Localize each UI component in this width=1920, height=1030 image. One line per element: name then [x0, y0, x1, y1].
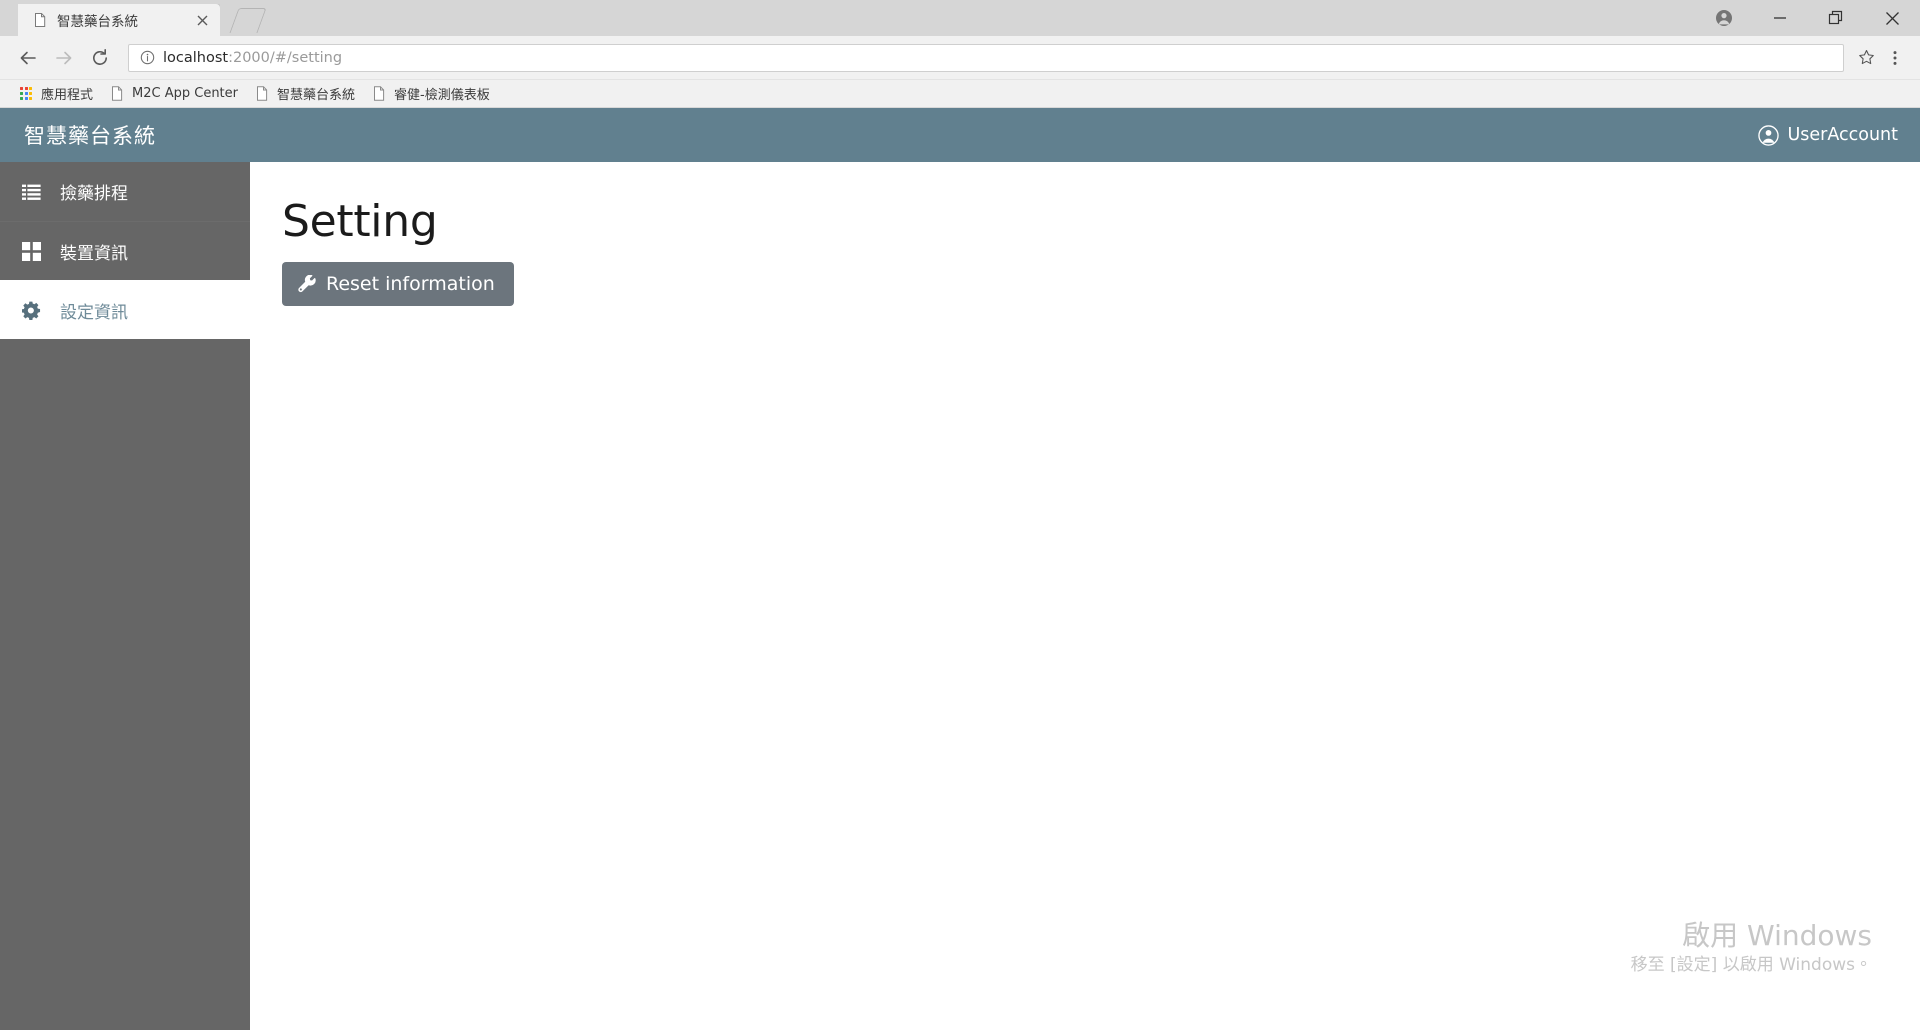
- watermark-subtitle: 移至 [設定] 以啟用 Windows。: [1630, 954, 1872, 975]
- forward-arrow-icon: [46, 40, 82, 76]
- bookmark-label: 智慧藥台系統: [277, 88, 356, 103]
- bookmark-smart-pharmacy[interactable]: 智慧藥台系統: [246, 82, 363, 106]
- app-body: 撿藥排程 裝置資訊 設定資訊 Setting Reset information…: [0, 162, 1920, 1030]
- bookmark-label: 睿健-檢測儀表板: [394, 88, 490, 103]
- bookmark-apps[interactable]: 應用程式: [10, 82, 101, 106]
- profile-icon[interactable]: [1696, 0, 1752, 36]
- page-title: Setting: [282, 196, 438, 247]
- user-circle-icon: [1758, 124, 1780, 146]
- sidebar-item-picking-schedule[interactable]: 撿藥排程: [0, 162, 250, 221]
- list-icon: [22, 184, 52, 200]
- bookmark-label: 應用程式: [41, 88, 94, 103]
- bookmark-label: M2C App Center: [132, 86, 238, 101]
- grid-icon: [22, 241, 52, 261]
- minimize-icon[interactable]: [1752, 0, 1808, 36]
- page-icon: [254, 86, 270, 102]
- bookmark-m2c-app-center[interactable]: M2C App Center: [101, 82, 246, 106]
- user-account-button[interactable]: UserAccount: [1758, 124, 1898, 146]
- page-viewport: 智慧藥台系統 UserAccount 撿藥排程 裝置資訊 設定資訊 Settin…: [0, 108, 1920, 1030]
- url-path: :2000/#/setting: [228, 49, 343, 66]
- sidebar-item-setting-info[interactable]: 設定資訊: [0, 280, 250, 339]
- sidebar-empty-area: [0, 339, 250, 1030]
- page-icon: [109, 86, 125, 102]
- info-circle-icon[interactable]: [137, 50, 157, 65]
- main-content: Setting Reset information 啟用 Windows 移至 …: [250, 162, 1920, 1030]
- bookmark-ruijian-dashboard[interactable]: 睿健-檢測儀表板: [363, 82, 498, 106]
- reset-information-label: Reset information: [326, 273, 495, 295]
- sidebar-item-device-info[interactable]: 裝置資訊: [0, 221, 250, 280]
- reload-icon[interactable]: [82, 40, 118, 76]
- tab-title: 智慧藥台系統: [57, 14, 138, 30]
- tab-strip: 智慧藥台系統: [0, 0, 1920, 36]
- address-bar[interactable]: localhost:2000/#/setting: [128, 43, 1844, 72]
- app-header: 智慧藥台系統 UserAccount: [0, 108, 1920, 162]
- gear-icon: [22, 301, 52, 320]
- apps-grid-icon: [18, 86, 34, 102]
- reset-information-button[interactable]: Reset information: [282, 262, 514, 306]
- browser-toolbar: localhost:2000/#/setting: [0, 36, 1920, 80]
- three-dot-menu-icon[interactable]: [1880, 49, 1910, 67]
- back-arrow-icon[interactable]: [10, 40, 46, 76]
- watermark-title: 啟用 Windows: [1682, 918, 1872, 952]
- app-brand-title: 智慧藥台系統: [24, 124, 156, 148]
- close-icon[interactable]: [192, 10, 212, 30]
- window-controls: [1696, 0, 1920, 36]
- url-host: localhost: [163, 49, 229, 66]
- wrench-icon: [298, 274, 317, 294]
- browser-window: 智慧藥台系統 localhost:2000/#/setting 應用程式 M2C…: [0, 0, 1920, 1030]
- sidebar: 撿藥排程 裝置資訊 設定資訊: [0, 162, 250, 1030]
- browser-tab[interactable]: 智慧藥台系統: [18, 4, 220, 36]
- url-text: localhost:2000/#/setting: [163, 50, 1835, 66]
- page-icon: [32, 12, 48, 28]
- restore-icon[interactable]: [1808, 0, 1864, 36]
- new-tab-icon[interactable]: [230, 6, 264, 34]
- sidebar-item-label: 撿藥排程: [60, 184, 128, 204]
- sidebar-item-label: 設定資訊: [60, 302, 128, 323]
- windows-activation-watermark: 啟用 Windows 移至 [設定] 以啟用 Windows。: [1631, 918, 1872, 979]
- star-icon[interactable]: [1852, 49, 1880, 66]
- user-account-label: UserAccount: [1787, 125, 1898, 145]
- sidebar-item-label: 裝置資訊: [60, 243, 128, 264]
- close-icon[interactable]: [1864, 0, 1920, 36]
- page-icon: [371, 86, 387, 102]
- bookmarks-bar: 應用程式 M2C App Center 智慧藥台系統 睿健-檢測儀表板: [0, 80, 1920, 108]
